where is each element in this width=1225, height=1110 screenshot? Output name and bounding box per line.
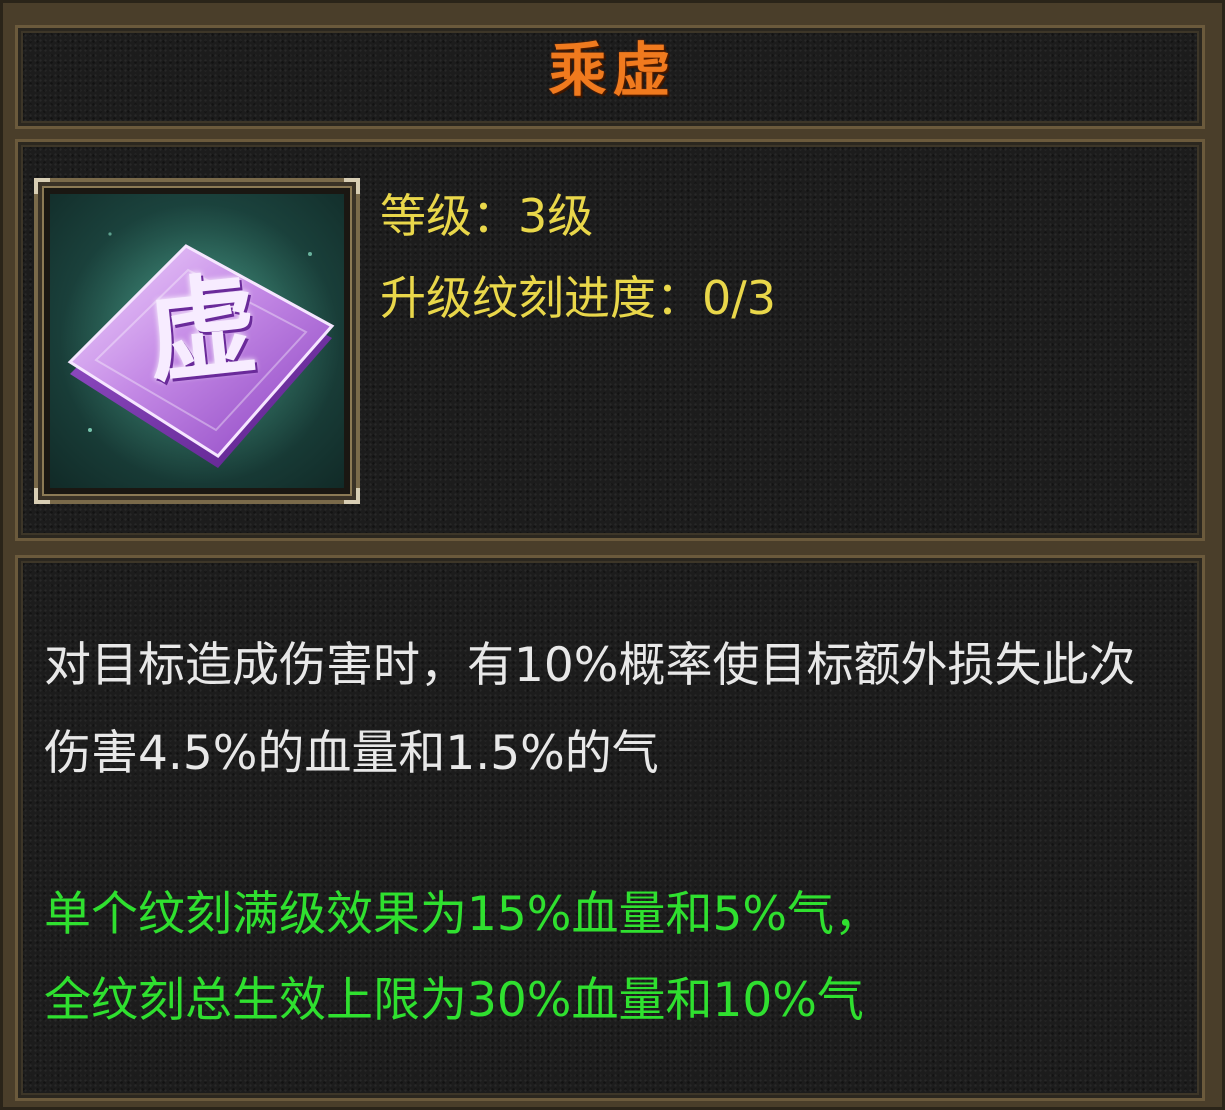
frame-corner	[34, 488, 50, 504]
skill-level: 等级：3级	[380, 189, 594, 243]
frame-corner	[344, 178, 360, 194]
max-effect-line: 单个纹刻满级效果为15%血量和5%气，	[44, 887, 882, 942]
skill-description: 对目标造成伤害时，有10%概率使目标额外损失此次伤害4.5%的血量和1.5%的气	[44, 638, 1136, 781]
skill-icon-frame[interactable]: 虚	[34, 178, 360, 504]
rune-glyph: 虚	[140, 258, 264, 399]
upgrade-progress: 升级纹刻进度：0/3	[380, 271, 777, 325]
skill-title: 乘虚	[548, 36, 677, 104]
cap-effect-line: 全纹刻总生效上限为30%血量和10%气	[44, 973, 864, 1028]
max-effect-text: 单个纹刻满级效果为15%血量和5%气， 全纹刻总生效上限为30%血量和10%气	[44, 872, 1194, 1044]
xu-rune-icon: 虚	[50, 194, 344, 488]
frame-corner	[34, 178, 50, 194]
frame-corner	[344, 488, 360, 504]
